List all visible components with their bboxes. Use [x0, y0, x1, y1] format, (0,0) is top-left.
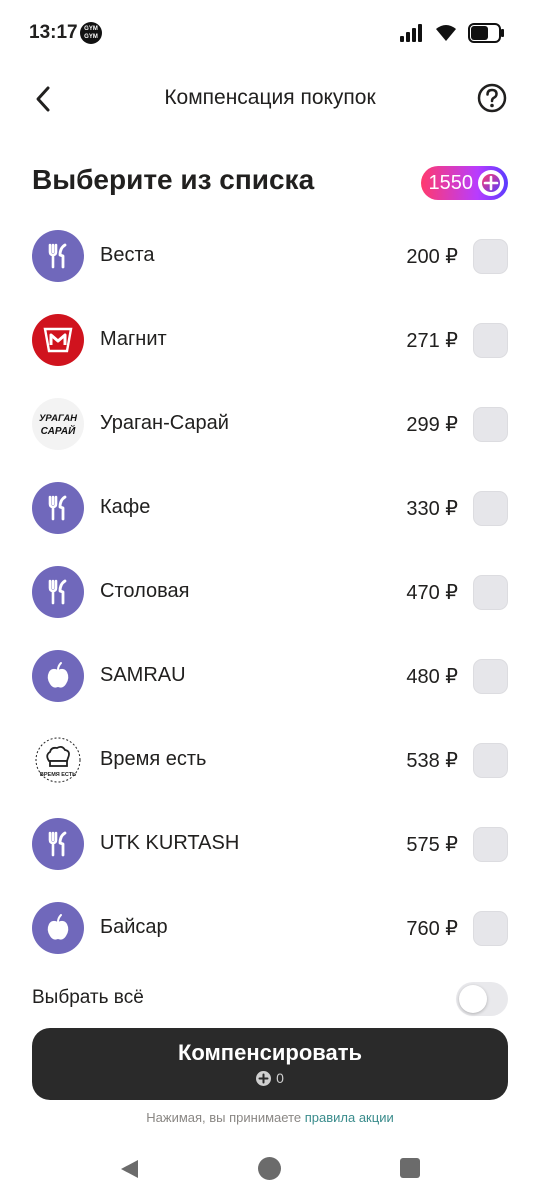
chef-hat-logo: ВРЕМЯ ЕСТЬ — [32, 734, 84, 786]
store-name: Ураган-Сарай — [100, 412, 229, 434]
store-name: Магнит — [100, 328, 167, 350]
points-coin-icon — [256, 1070, 272, 1086]
battery-icon — [468, 23, 504, 43]
toggle-knob — [459, 985, 487, 1013]
list-item[interactable]: ВРЕМЯ ЕСТЬ Время есть 538 ₽ — [0, 718, 540, 802]
page-title: Компенсация покупок — [164, 86, 376, 109]
store-price: 480 ₽ — [406, 666, 458, 688]
app-notification-badge: GYM GYM — [80, 22, 102, 44]
store-checkbox[interactable] — [473, 239, 508, 274]
store-checkbox[interactable] — [473, 743, 508, 778]
select-all-toggle[interactable] — [456, 982, 508, 1016]
terms-text: Нажимая, вы принимаете правила акции — [0, 1110, 540, 1125]
store-price: 538 ₽ — [406, 750, 458, 772]
help-button[interactable] — [476, 82, 508, 114]
points-value: 1550 — [428, 171, 474, 194]
signal-icon — [400, 24, 422, 42]
store-name: Байсар — [100, 916, 168, 938]
store-checkbox[interactable] — [473, 491, 508, 526]
nav-home-icon[interactable] — [258, 1157, 281, 1180]
plus-points-icon — [478, 170, 504, 196]
compensate-button[interactable]: Компенсировать 0 — [32, 1028, 508, 1100]
logo-text: ВРЕМЯ ЕСТЬ — [40, 772, 76, 778]
store-name: Время есть — [100, 748, 207, 770]
list-item[interactable]: UTK KURTASH 575 ₽ — [0, 802, 540, 886]
apple-icon — [32, 650, 84, 702]
fork-knife-icon — [32, 482, 84, 534]
uragan-sarai-logo: УРАГАН САРАЙ — [32, 398, 84, 450]
store-list: Веста 200 ₽ Магнит 271 ₽ УРАГАН САРАЙ Ур… — [0, 214, 540, 970]
terms-prefix: Нажимая, вы принимаете — [146, 1110, 305, 1125]
store-price: 330 ₽ — [406, 498, 458, 520]
store-checkbox[interactable] — [473, 575, 508, 610]
list-item[interactable]: SAMRAU 480 ₽ — [0, 634, 540, 718]
points-badge[interactable]: 1550 — [420, 166, 508, 200]
magnit-logo — [32, 314, 84, 366]
wifi-icon — [436, 25, 456, 41]
store-price: 470 ₽ — [406, 582, 458, 604]
store-name: Веста — [100, 244, 155, 266]
store-price: 200 ₽ — [406, 246, 458, 268]
fork-knife-icon — [32, 230, 84, 282]
store-name: SAMRAU — [100, 664, 186, 686]
fork-knife-icon — [32, 818, 84, 870]
nav-back-icon[interactable] — [118, 1158, 140, 1180]
section-title: Выберите из списка — [32, 164, 315, 195]
nav-recent-icon[interactable] — [400, 1158, 420, 1178]
store-price: 271 ₽ — [406, 330, 458, 352]
status-icons — [400, 23, 504, 43]
store-price: 760 ₽ — [406, 918, 458, 940]
store-name: Столовая — [100, 580, 190, 602]
list-item[interactable]: Столовая 470 ₽ — [0, 550, 540, 634]
question-icon — [477, 83, 507, 113]
store-name: Кафе — [100, 496, 151, 518]
store-name: UTK KURTASH — [100, 832, 240, 854]
list-item[interactable]: Магнит 271 ₽ — [0, 298, 540, 382]
list-item[interactable]: УРАГАН САРАЙ Ураган-Сарай 299 ₽ — [0, 382, 540, 466]
fork-knife-icon — [32, 566, 84, 618]
header: Компенсация покупок — [0, 70, 540, 130]
select-all-label: Выбрать всё — [32, 987, 144, 1008]
store-checkbox[interactable] — [473, 407, 508, 442]
compensate-button-label: Компенсировать — [177, 1040, 363, 1065]
store-checkbox[interactable] — [473, 827, 508, 862]
store-checkbox[interactable] — [473, 659, 508, 694]
status-time: 13:17 — [29, 22, 78, 43]
apple-icon — [32, 902, 84, 954]
list-item[interactable]: Байсар 760 ₽ — [0, 886, 540, 970]
compensate-points-value: 0 — [276, 1070, 284, 1086]
status-bar: 13:17 GYM GYM — [0, 0, 540, 66]
store-price: 299 ₽ — [406, 414, 458, 436]
terms-link[interactable]: правила акции — [305, 1110, 394, 1125]
list-item[interactable]: Веста 200 ₽ — [0, 214, 540, 298]
store-checkbox[interactable] — [473, 323, 508, 358]
store-price: 575 ₽ — [406, 834, 458, 856]
logo-text: УРАГАН — [39, 413, 78, 424]
system-nav-bar — [0, 1140, 540, 1200]
logo-text: САРАЙ — [41, 424, 76, 437]
compensate-points: 0 — [32, 1070, 508, 1086]
store-checkbox[interactable] — [473, 911, 508, 946]
list-item[interactable]: Кафе 330 ₽ — [0, 466, 540, 550]
